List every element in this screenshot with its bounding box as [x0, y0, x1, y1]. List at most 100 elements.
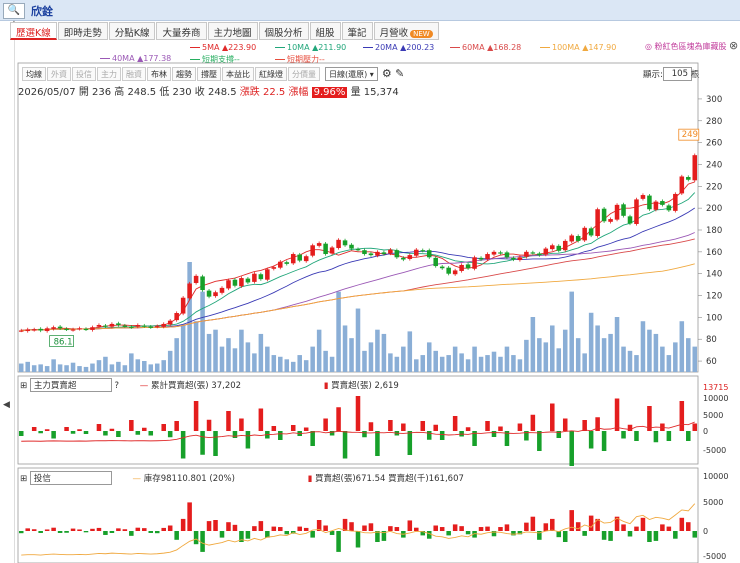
volume-bar — [297, 355, 302, 372]
volume-bar — [666, 355, 672, 372]
collapse-arrow-icon[interactable]: ◀ — [3, 400, 10, 410]
settings-icon[interactable]: ⚙ ✎ — [382, 67, 405, 81]
tab-2[interactable]: 分點K線 — [108, 22, 156, 40]
period-select[interactable]: 日線(還原) ▾ — [325, 67, 378, 81]
tab-0[interactable]: 歷選K線 — [10, 22, 57, 40]
p3-bar — [297, 526, 302, 531]
tab-label: 分點K線 — [114, 28, 150, 39]
p3-bar — [608, 531, 613, 541]
volume-bar — [608, 333, 613, 372]
indicator-btn-2[interactable]: 投信 — [72, 67, 96, 81]
indicator-btn-4[interactable]: 融資 — [122, 67, 146, 81]
p2-bar — [44, 429, 50, 431]
volume-bar — [38, 364, 43, 372]
volume-bar — [265, 346, 270, 372]
candle-body — [51, 327, 56, 329]
p3-bar — [77, 529, 82, 531]
indicator-btn-7[interactable]: 撐壓 — [197, 67, 221, 81]
close-label: 收 — [194, 87, 205, 98]
candle-body — [595, 209, 600, 237]
y-tick-label: 240 — [706, 160, 722, 170]
indicator-btn-0[interactable]: 均線 — [22, 67, 46, 81]
candle-body — [18, 330, 24, 332]
candle-body — [252, 273, 257, 282]
panel2-select[interactable]: 主力買賣超 — [29, 378, 112, 392]
volume-bar — [511, 355, 516, 372]
candle-body — [550, 245, 555, 250]
volume-bar — [129, 353, 134, 372]
tab-1[interactable]: 即時走勢 — [57, 22, 108, 40]
volume-bar — [388, 353, 393, 372]
indicator-btn-9[interactable]: 紅綠燈 — [255, 67, 287, 81]
candle-body — [57, 326, 63, 329]
volume-bar — [401, 346, 406, 372]
p3-bar — [537, 531, 542, 540]
indicator-btn-1[interactable]: 外資 — [47, 67, 71, 81]
legend-item: 10MA ▲211.90 — [275, 43, 346, 52]
candle-body — [336, 239, 341, 249]
p3-bar — [232, 524, 238, 531]
p2-bar — [569, 431, 574, 466]
volume-bar — [271, 355, 277, 372]
indicator-btn-8[interactable]: 本益比 — [222, 67, 254, 81]
panel2-grid-icon[interactable]: ⊞ — [20, 381, 27, 391]
high-label: 高 — [114, 87, 125, 98]
legend-item: 5MA ▲223.90 — [190, 43, 256, 52]
candle-body — [556, 245, 562, 251]
zoom-input[interactable]: 105 — [663, 67, 692, 81]
tab-6[interactable]: 組股 — [309, 22, 341, 40]
y-tick-label: 100 — [706, 313, 722, 323]
zoom-unit: 根 — [691, 70, 700, 80]
help-icon[interactable]: ? — [115, 381, 120, 391]
panel3-select[interactable]: 投信 — [29, 471, 112, 485]
tab-5[interactable]: 個股分析 — [258, 22, 309, 40]
p3-bar — [388, 526, 393, 531]
indicator-btn-6[interactable]: 趨勢 — [172, 67, 196, 81]
indicator-btn-10[interactable]: 分價量 — [288, 67, 320, 81]
indicator-btn-5[interactable]: 布林 — [147, 67, 171, 81]
close-icon[interactable]: ⊗ — [729, 39, 738, 52]
p2-bar — [439, 431, 445, 440]
candle-body — [601, 208, 607, 222]
panel3-grid-icon[interactable]: ⊞ — [20, 474, 27, 484]
tab-3[interactable]: 大量券商 — [156, 22, 207, 40]
p2-bar — [556, 431, 562, 438]
candle-body — [498, 252, 503, 254]
candle-body — [465, 264, 471, 269]
last-price-box — [678, 128, 700, 141]
p3-bar — [116, 528, 121, 531]
quote-date: 2026/05/07 — [18, 87, 76, 98]
p3-bar — [129, 531, 134, 536]
p2-bar — [394, 431, 400, 436]
p3-bar — [349, 522, 354, 531]
tab-label: 即時走勢 — [63, 28, 102, 39]
p2-bar — [297, 431, 302, 436]
candle-body — [511, 257, 516, 260]
tab-7[interactable]: 筆記 — [341, 22, 373, 40]
net-value: 2,619 — [374, 381, 399, 391]
p2-bar — [621, 431, 626, 439]
candle-body — [368, 253, 374, 256]
volume-bar — [342, 325, 348, 372]
p2-bar — [627, 424, 633, 431]
high-value: 248.5 — [127, 87, 157, 98]
tab-8[interactable]: 月營收 NEW — [373, 22, 439, 40]
indicator-btn-3[interactable]: 主力 — [97, 67, 121, 81]
volume-bar — [621, 346, 626, 372]
p2-bar — [161, 424, 166, 431]
candle-body — [459, 264, 464, 271]
tab-4[interactable]: 主力地圖 — [207, 22, 258, 40]
p3-bar — [446, 531, 451, 536]
candle-body — [135, 325, 141, 327]
candle-body — [310, 245, 315, 256]
candle-body — [213, 292, 218, 297]
volume-bar — [686, 338, 691, 372]
volume-bar — [569, 291, 574, 372]
p3-bar — [498, 527, 503, 531]
p3-bar — [362, 525, 367, 531]
search-zoom-icon[interactable]: 🔍+ — [3, 3, 25, 30]
candle-body — [472, 257, 477, 269]
p2-bar — [588, 431, 594, 449]
candle-body — [122, 325, 128, 327]
p2-bar — [103, 431, 108, 436]
